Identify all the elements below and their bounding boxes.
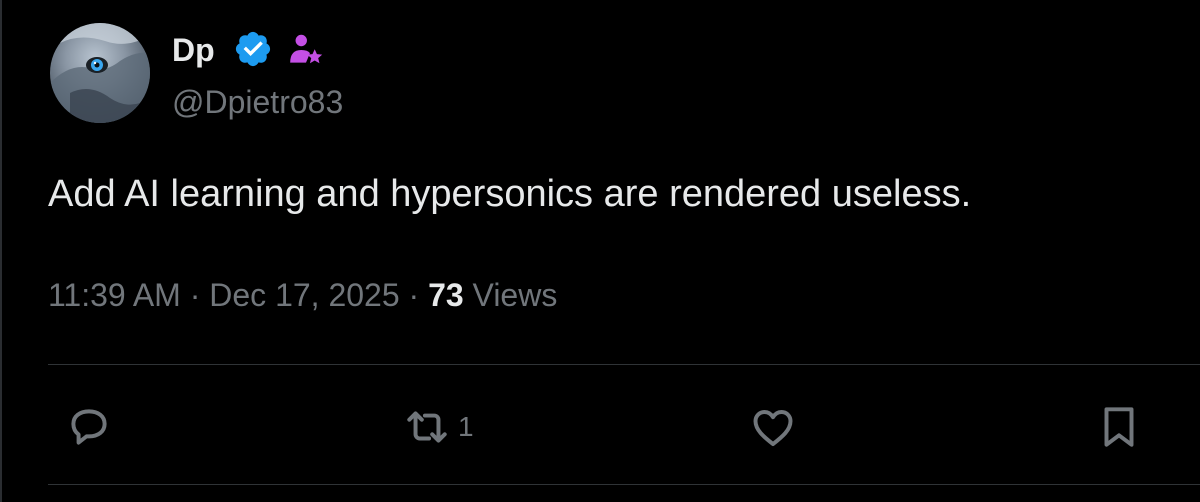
divider-bottom bbox=[48, 484, 1200, 485]
repost-count: 1 bbox=[458, 411, 474, 442]
thread-line bbox=[0, 0, 2, 502]
repost-icon bbox=[407, 411, 447, 443]
bookmark-icon bbox=[1104, 407, 1134, 447]
like-button[interactable] bbox=[748, 402, 798, 452]
heart-icon bbox=[753, 410, 793, 447]
affiliate-badge-icon[interactable] bbox=[287, 31, 325, 69]
verified-badge-icon[interactable] bbox=[233, 29, 273, 69]
meta-separator: · bbox=[408, 277, 420, 313]
views-label[interactable]: Views bbox=[473, 277, 558, 313]
post-metadata: 11:39 AM · Dec 17, 2025 · 73 Views bbox=[48, 275, 557, 315]
post-date[interactable]: Dec 17, 2025 bbox=[209, 277, 399, 313]
user-handle[interactable]: @Dpietro83 bbox=[172, 82, 343, 122]
wolf-avatar-image bbox=[50, 23, 150, 123]
bookmark-button[interactable] bbox=[1094, 402, 1144, 452]
avatar[interactable] bbox=[50, 23, 150, 123]
post-time[interactable]: 11:39 AM bbox=[48, 277, 181, 313]
repost-button[interactable]: 1 bbox=[402, 402, 474, 452]
display-name[interactable]: Dp bbox=[172, 30, 215, 70]
divider-top bbox=[48, 364, 1200, 365]
meta-separator: · bbox=[189, 277, 201, 313]
post-text: Add AI learning and hypersonics are rend… bbox=[48, 173, 972, 215]
views-count[interactable]: 73 bbox=[428, 277, 464, 313]
reply-icon bbox=[71, 409, 107, 445]
reply-button[interactable] bbox=[64, 402, 114, 452]
